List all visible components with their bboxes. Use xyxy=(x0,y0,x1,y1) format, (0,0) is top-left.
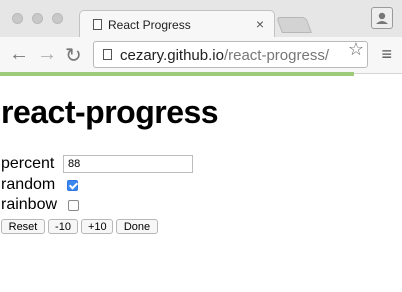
tab-strip: React Progress × xyxy=(0,0,402,38)
url-path: /react-progress/ xyxy=(223,47,329,64)
minimize-window-button[interactable] xyxy=(32,13,43,24)
forward-icon[interactable]: → xyxy=(37,43,57,66)
bookmark-star-icon[interactable]: ☆ xyxy=(348,39,364,60)
plus-10-button[interactable]: +10 xyxy=(81,219,113,234)
minus-10-button[interactable]: -10 xyxy=(48,219,78,234)
random-row: random xyxy=(1,176,55,194)
tab-title: React Progress xyxy=(108,18,191,32)
rainbow-checkbox[interactable] xyxy=(68,200,79,211)
new-tab-button[interactable] xyxy=(276,17,312,33)
random-checkbox[interactable] xyxy=(67,180,78,191)
zoom-window-button[interactable] xyxy=(52,13,63,24)
url-host: cezary.github.io xyxy=(120,47,224,64)
tab-react-progress[interactable]: React Progress × xyxy=(79,10,275,38)
rainbow-row: rainbow xyxy=(1,196,57,214)
menu-icon[interactable]: ≡ xyxy=(381,44,392,65)
url-text: cezary.github.io/react-progress/ xyxy=(120,47,329,64)
page-icon xyxy=(93,19,102,30)
back-icon[interactable]: ← xyxy=(9,43,29,66)
close-window-button[interactable] xyxy=(12,13,23,24)
address-bar[interactable]: cezary.github.io/react-progress/ xyxy=(93,41,368,68)
rainbow-label: rainbow xyxy=(1,196,58,213)
random-label: random xyxy=(1,176,56,193)
progress-bar xyxy=(0,72,354,76)
page-info-icon[interactable] xyxy=(103,49,112,60)
percent-row: percent xyxy=(1,155,54,173)
reset-button[interactable]: Reset xyxy=(1,219,45,234)
reload-icon[interactable]: ↻ xyxy=(65,43,82,68)
page-heading: react-progress xyxy=(1,94,219,130)
done-button[interactable]: Done xyxy=(116,219,158,234)
tab-close-icon[interactable]: × xyxy=(256,16,264,32)
browser-toolbar: ← → ↻ cezary.github.io/react-progress/ ☆… xyxy=(0,37,402,74)
percent-input[interactable] xyxy=(63,155,193,173)
percent-label: percent xyxy=(1,155,55,172)
profile-icon[interactable] xyxy=(371,7,393,29)
